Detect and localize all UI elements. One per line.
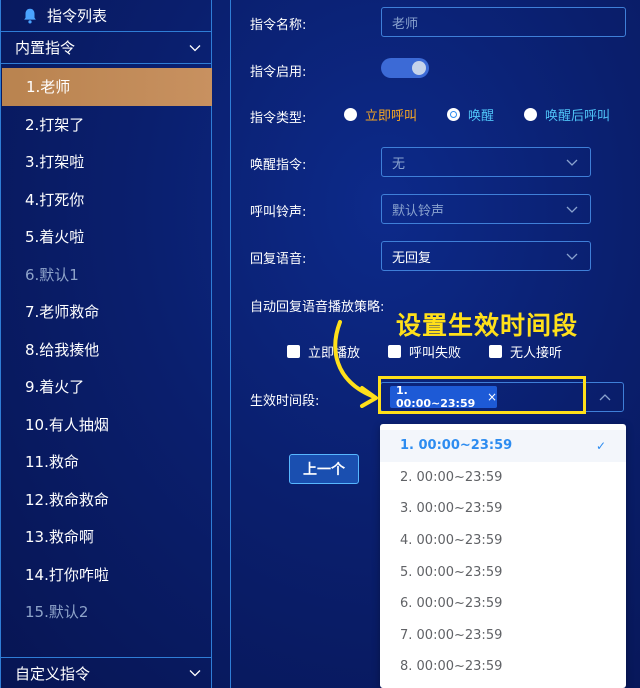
command-item[interactable]: 10.有人抽烟 bbox=[1, 406, 211, 444]
prev-button[interactable]: 上一个 bbox=[289, 454, 359, 484]
builtin-group-label: 内置指令 bbox=[15, 39, 76, 57]
name-input[interactable]: 老师 bbox=[381, 7, 626, 37]
command-list: 1.老师 2.打架了 3.打架啦 4.打死你 5.着火啦 6.默认1 7.老师救… bbox=[1, 64, 212, 631]
radio-immediate-call[interactable]: 立即呼叫 bbox=[344, 105, 417, 124]
radio-wake[interactable]: 唤醒 bbox=[447, 105, 494, 124]
command-item[interactable]: 4.打死你 bbox=[1, 181, 211, 219]
enable-toggle[interactable] bbox=[381, 58, 429, 78]
period-tag[interactable]: 1. 00:00~23:59 × bbox=[390, 384, 497, 410]
dropdown-option[interactable]: 3. 00:00~23:59 bbox=[380, 493, 626, 525]
chevron-down-icon bbox=[189, 44, 201, 51]
period-dropdown: 1. 00:00~23:59 ✓ 2. 00:00~23:59 3. 00:00… bbox=[380, 424, 626, 688]
builtin-group-header[interactable]: 内置指令 bbox=[1, 32, 211, 64]
radio-circle-checked bbox=[447, 108, 460, 121]
period-tag-label: 1. 00:00~23:59 bbox=[396, 384, 476, 410]
checkbox-box bbox=[287, 345, 300, 358]
command-item[interactable]: 13.救命啊 bbox=[1, 518, 211, 556]
custom-group-label: 自定义指令 bbox=[15, 664, 91, 683]
dropdown-option[interactable]: 2. 00:00~23:59 bbox=[380, 462, 626, 494]
dropdown-option[interactable]: 5. 00:00~23:59 bbox=[380, 556, 626, 588]
dropdown-option[interactable]: 8. 00:00~23:59 bbox=[380, 651, 626, 683]
close-icon[interactable]: × bbox=[487, 390, 497, 404]
radio-wake-then-call[interactable]: 唤醒后呼叫 bbox=[524, 105, 610, 124]
command-item[interactable]: 11.救命 bbox=[1, 443, 211, 481]
annotation-text: 设置生效时间段 bbox=[396, 311, 579, 340]
chevron-down-icon bbox=[566, 253, 578, 260]
toggle-knob bbox=[412, 61, 426, 75]
chevron-up-icon bbox=[599, 394, 611, 401]
command-item[interactable]: 8.给我揍他 bbox=[1, 331, 211, 369]
bell-icon bbox=[24, 8, 36, 23]
enable-label: 指令启用: bbox=[250, 65, 307, 80]
command-item[interactable]: 12.救命救命 bbox=[1, 481, 211, 519]
dropdown-option[interactable]: 7. 00:00~23:59 bbox=[380, 620, 626, 652]
command-item[interactable]: 3.打架啦 bbox=[1, 143, 211, 181]
checkbox-label: 无人接听 bbox=[510, 346, 563, 361]
wake-select[interactable]: 无 bbox=[381, 147, 591, 177]
panel-header: 指令列表 bbox=[1, 0, 211, 32]
strategy-label: 自动回复语音播放策略: bbox=[250, 300, 385, 315]
checkbox-call-failed[interactable]: 呼叫失败 bbox=[388, 342, 461, 361]
chevron-down-icon bbox=[566, 206, 578, 213]
checkbox-no-answer[interactable]: 无人接听 bbox=[489, 342, 562, 361]
command-list-panel: 指令列表 内置指令 1.老师 2.打架了 3.打架啦 4.打死你 5.着火啦 6… bbox=[0, 0, 212, 688]
ring-select-value: 默认铃声 bbox=[392, 203, 445, 219]
dropdown-option[interactable]: 1. 00:00~23:59 ✓ bbox=[380, 430, 626, 462]
chevron-down-icon bbox=[189, 670, 201, 677]
radio-label: 立即呼叫 bbox=[365, 109, 418, 124]
ring-label: 呼叫铃声: bbox=[250, 205, 307, 220]
reply-select-value: 无回复 bbox=[392, 250, 432, 266]
dropdown-option[interactable]: 4. 00:00~23:59 bbox=[380, 525, 626, 557]
command-item[interactable]: 9.着火了 bbox=[1, 368, 211, 406]
custom-group-header[interactable]: 自定义指令 bbox=[1, 657, 211, 688]
radio-circle bbox=[524, 108, 537, 121]
command-item[interactable]: 1.老师 bbox=[2, 68, 212, 106]
radio-label: 唤醒后呼叫 bbox=[545, 109, 611, 124]
name-input-value: 老师 bbox=[392, 16, 419, 32]
dropdown-option[interactable]: 6. 00:00~23:59 bbox=[380, 588, 626, 620]
radio-label: 唤醒 bbox=[468, 109, 495, 124]
command-item[interactable]: 2.打架了 bbox=[1, 106, 211, 144]
panel-title: 指令列表 bbox=[47, 7, 108, 25]
wake-label: 唤醒指令: bbox=[250, 158, 307, 173]
command-item[interactable]: 15.默认2 bbox=[1, 593, 211, 631]
command-item[interactable]: 6.默认1 bbox=[1, 256, 211, 294]
chevron-down-icon bbox=[566, 159, 578, 166]
command-item[interactable]: 5.着火啦 bbox=[1, 218, 211, 256]
type-label: 指令类型: bbox=[250, 111, 307, 126]
checkbox-box bbox=[489, 345, 502, 358]
period-label: 生效时间段: bbox=[250, 394, 320, 409]
reply-label: 回复语音: bbox=[250, 252, 307, 267]
reply-select[interactable]: 无回复 bbox=[381, 241, 591, 271]
name-label: 指令名称: bbox=[250, 18, 307, 33]
wake-select-value: 无 bbox=[392, 156, 406, 172]
check-icon: ✓ bbox=[595, 438, 606, 453]
command-item[interactable]: 14.打你咋啦 bbox=[1, 556, 211, 594]
command-item[interactable]: 7.老师救命 bbox=[1, 293, 211, 331]
ring-select[interactable]: 默认铃声 bbox=[381, 194, 591, 224]
checkbox-box bbox=[388, 345, 401, 358]
radio-circle bbox=[344, 108, 357, 121]
checkbox-label: 呼叫失败 bbox=[409, 346, 462, 361]
